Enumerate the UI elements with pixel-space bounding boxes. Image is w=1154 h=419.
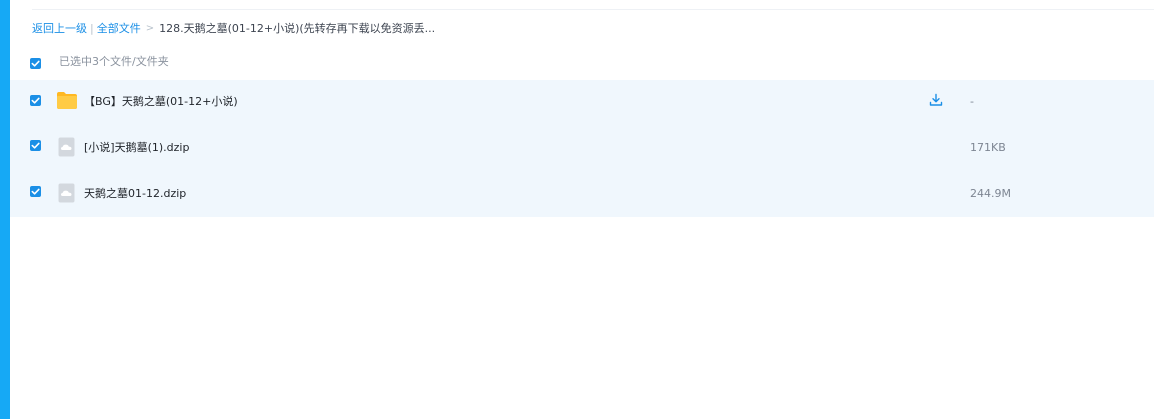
file-name[interactable]: 【BG】天鹅之墓(01-12+小说) (84, 95, 238, 109)
breadcrumb-separator: | (90, 22, 94, 35)
cloud-file-icon (58, 183, 75, 203)
file-browser-page: 返回上一级 | 全部文件 > 128.天鹅之墓(01-12+小说)(先转存再下载… (0, 0, 1154, 419)
checkmark-icon (31, 60, 40, 67)
cloud-file-icon (58, 137, 75, 157)
all-files-link[interactable]: 全部文件 (97, 21, 141, 37)
select-all-checkbox[interactable] (30, 58, 41, 69)
current-folder-title: 128.天鹅之墓(01-12+小说)(先转存再下载以免资源丢... (159, 22, 436, 35)
row-checkbox[interactable] (30, 95, 41, 106)
file-row[interactable]: 天鹅之墓01-12.dzip 244.9M (10, 172, 1154, 217)
file-name[interactable]: 天鹅之墓01-12.dzip (84, 187, 186, 201)
left-accent-bar (0, 0, 10, 419)
file-row[interactable]: [小说]天鹅墓(1).dzip 171KB (10, 126, 1154, 171)
breadcrumb-arrow: > (145, 23, 155, 34)
checkmark-icon (31, 97, 40, 104)
row-checkbox[interactable] (30, 140, 41, 151)
checkmark-icon (31, 188, 40, 195)
file-size: - (970, 95, 974, 108)
file-list: 【BG】天鹅之墓(01-12+小说) - [小说]天鹅墓(1).dzip 171… (10, 80, 1154, 217)
back-link[interactable]: 返回上一级 (32, 21, 87, 37)
download-icon[interactable] (929, 93, 943, 107)
breadcrumb: 返回上一级 | 全部文件 > 128.天鹅之墓(01-12+小说)(先转存再下载… (32, 21, 435, 37)
folder-icon (57, 92, 77, 109)
selection-summary: 已选中3个文件/文件夹 (59, 55, 169, 68)
row-checkbox[interactable] (30, 186, 41, 197)
file-size: 171KB (970, 141, 1006, 154)
checkmark-icon (31, 142, 40, 149)
top-divider (32, 9, 1154, 10)
file-name[interactable]: [小说]天鹅墓(1).dzip (84, 141, 189, 155)
file-row[interactable]: 【BG】天鹅之墓(01-12+小说) - (10, 80, 1154, 125)
file-size: 244.9M (970, 187, 1011, 200)
